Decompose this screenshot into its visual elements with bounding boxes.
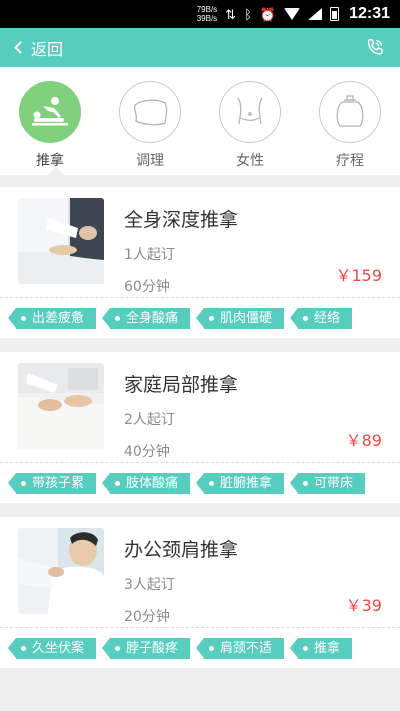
wifi-icon	[284, 8, 301, 20]
category-conditioning[interactable]: 调理	[110, 81, 190, 170]
data-arrows-icon: ⇅	[225, 6, 237, 22]
clock: 12:31	[349, 5, 390, 22]
service-info: 办公颈肩推拿 3人起订 20分钟 ￥39	[104, 528, 382, 627]
service-price: ￥39	[345, 596, 382, 615]
service-duration: 40分钟	[124, 444, 170, 460]
tag-list: 久坐伏案 脖子酸疼 肩颈不适 推拿	[0, 628, 400, 668]
tag[interactable]: 出差疲惫	[7, 307, 97, 329]
back-button[interactable]: 返回	[14, 36, 63, 60]
tag[interactable]: 肌肉僵硬	[196, 307, 285, 329]
service-card-main[interactable]: 全身深度推拿 1人起订 60分钟 ￥159	[0, 187, 400, 297]
tag[interactable]: 脖子酸疼	[102, 637, 191, 659]
back-label: 返回	[31, 39, 64, 59]
tag-list: 带孩子累 肢体酸痛 脏腑推拿 可带床	[0, 463, 400, 503]
service-title: 家庭局部推拿	[124, 374, 239, 396]
category-course[interactable]: 疗程	[310, 81, 390, 170]
category-label: 调理	[136, 153, 164, 169]
app-header: 返回	[0, 28, 400, 67]
chevron-left-icon	[14, 41, 27, 54]
tag[interactable]: 带孩子累	[7, 472, 97, 494]
category-label: 女性	[236, 153, 264, 169]
service-min-order: 2人起订	[124, 412, 175, 428]
service-card[interactable]: 全身深度推拿 1人起订 60分钟 ￥159 出差疲惫 全身酸痛 肌肉僵硬 经络	[0, 187, 400, 338]
signal-icon	[308, 8, 323, 20]
speed-up: 39B/s	[196, 14, 218, 23]
service-title: 办公颈肩推拿	[124, 539, 239, 561]
service-card[interactable]: 家庭局部推拿 2人起订 40分钟 ￥89 带孩子累 肢体酸痛 脏腑推拿 可带床	[0, 352, 400, 503]
service-min-order: 3人起订	[124, 577, 175, 593]
service-card-main[interactable]: 办公颈肩推拿 3人起订 20分钟 ￥39	[0, 517, 400, 627]
service-card-main[interactable]: 家庭局部推拿 2人起订 40分钟 ￥89	[0, 352, 400, 462]
service-thumbnail	[18, 363, 104, 449]
category-bar: 推拿 调理 女性 疗程	[0, 67, 400, 175]
service-min-order: 1人起订	[124, 247, 175, 263]
service-thumbnail	[18, 198, 104, 284]
tag[interactable]: 肩颈不适	[196, 637, 285, 659]
service-info: 全身深度推拿 1人起订 60分钟 ￥159	[104, 198, 382, 297]
category-label: 疗程	[336, 153, 364, 169]
service-price: ￥89	[345, 431, 382, 450]
network-speed: 79B/s 39B/s	[197, 5, 217, 23]
service-thumbnail	[18, 528, 104, 614]
phone-icon[interactable]	[364, 37, 386, 59]
service-list: 全身深度推拿 1人起订 60分钟 ￥159 出差疲惫 全身酸痛 肌肉僵硬 经络	[0, 175, 400, 668]
service-title: 全身深度推拿	[124, 209, 239, 231]
service-card[interactable]: 办公颈肩推拿 3人起订 20分钟 ￥39 久坐伏案 脖子酸疼 肩颈不适 推拿	[0, 517, 400, 668]
active-category-pointer	[48, 167, 64, 175]
tag[interactable]: 推拿	[290, 637, 353, 659]
tag[interactable]: 脏腑推拿	[196, 472, 285, 494]
service-info: 家庭局部推拿 2人起订 40分钟 ￥89	[104, 363, 382, 462]
battery-icon	[330, 7, 340, 21]
category-women[interactable]: 女性	[210, 81, 290, 170]
cupping-icon	[319, 81, 381, 143]
pillow-icon	[119, 81, 181, 143]
category-massage[interactable]: 推拿	[10, 81, 90, 170]
massage-icon	[19, 81, 81, 143]
tag[interactable]: 经络	[290, 307, 353, 329]
tag[interactable]: 久坐伏案	[7, 637, 97, 659]
service-duration: 20分钟	[124, 609, 170, 625]
alarm-icon: ⏰	[259, 6, 277, 22]
status-bar: 79B/s 39B/s ⇅ ᛒ ⏰ 12:31	[0, 0, 400, 28]
tag-list: 出差疲惫 全身酸痛 肌肉僵硬 经络	[0, 298, 400, 338]
speed-down: 79B/s	[196, 5, 218, 14]
torso-icon	[219, 81, 281, 143]
tag[interactable]: 肢体酸痛	[102, 472, 191, 494]
service-price: ￥159	[335, 266, 382, 285]
tag[interactable]: 全身酸痛	[102, 307, 191, 329]
bluetooth-icon: ᛒ	[244, 6, 252, 22]
tag[interactable]: 可带床	[290, 472, 366, 494]
